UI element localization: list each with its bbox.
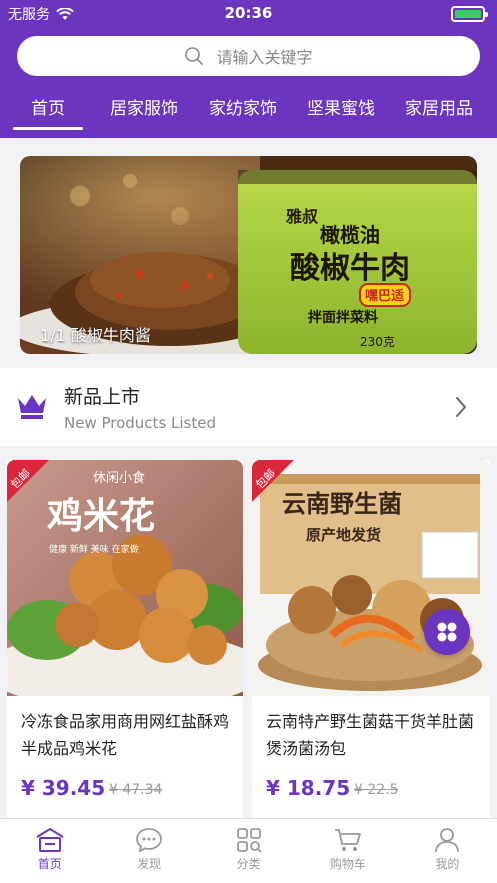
nav-category[interactable]: 分类 bbox=[199, 819, 298, 883]
status-bar: 无服务 20:36 bbox=[0, 0, 497, 28]
product-image: 云南野生菌 原产地发货 包邮 bbox=[252, 460, 490, 696]
product-old-price: ¥ 47.34 bbox=[109, 782, 163, 798]
nav-cart-label: 购物车 bbox=[329, 857, 366, 871]
jar-line2: 酸椒牛肉 bbox=[290, 251, 410, 286]
promo-banner[interactable]: 雅叔 橄榄油 酸椒牛肉 嘿巴适 拌面拌菜料 230克 1/1 酸椒牛肉酱 bbox=[20, 156, 477, 354]
product-image-side: 健康 新鲜 美味 在家做 bbox=[49, 543, 139, 555]
free-shipping-ribbon: 包邮 bbox=[252, 460, 294, 502]
home-icon bbox=[36, 828, 64, 852]
search-placeholder: 请输入关键字 bbox=[216, 48, 313, 67]
nav-category-label: 分类 bbox=[236, 857, 261, 871]
category-icon bbox=[236, 828, 262, 853]
user-icon bbox=[435, 828, 460, 853]
product-image-title: 鸡米花 bbox=[47, 496, 155, 537]
nav-profile[interactable]: 我的 bbox=[398, 819, 497, 883]
jar-line1: 橄榄油 bbox=[320, 223, 380, 247]
nav-discover-label: 发现 bbox=[137, 857, 162, 871]
tab-household[interactable]: 家居用品 bbox=[405, 94, 473, 119]
product-name: 云南特产野生菌菇干货羊肚菌煲汤菌汤包 bbox=[266, 712, 475, 758]
tab-home-apparel[interactable]: 居家服饰 bbox=[110, 94, 178, 119]
category-tabs: 首页 居家服饰 家纺家饰 坚果蜜饯 家居用品 bbox=[0, 90, 497, 132]
product-image-title: 云南野生菌 bbox=[282, 490, 402, 518]
nav-home[interactable]: 首页 bbox=[0, 819, 99, 883]
nav-profile-label: 我的 bbox=[435, 857, 460, 871]
top-header: 无服务 20:36 请输入关键字 首页 居家服饰 家纺家饰 坚果蜜饯 家居用品 bbox=[0, 0, 497, 138]
crown-icon bbox=[18, 395, 46, 419]
floating-menu-button[interactable] bbox=[424, 609, 470, 655]
product-name: 冷冻食品家用商用网红盐酥鸡半成品鸡米花 bbox=[21, 712, 230, 758]
clock: 20:36 bbox=[224, 4, 273, 22]
product-card[interactable]: 鸡米花 休闲小食 健康 新鲜 美味 在家做 包邮 冷冻食品家用商用网红盐酥鸡半成… bbox=[7, 460, 243, 820]
nav-cart[interactable]: 购物车 bbox=[298, 819, 397, 883]
jar-brand: 雅叔 bbox=[285, 207, 319, 226]
search-bar[interactable]: 请输入关键字 bbox=[17, 36, 480, 76]
chat-icon bbox=[136, 828, 163, 853]
jar-line3: 拌面拌菜料 bbox=[308, 309, 378, 326]
new-products-header[interactable]: 新品上市 New Products Listed bbox=[0, 368, 497, 446]
product-price: ¥ 39.45 bbox=[21, 776, 106, 800]
product-image: 鸡米花 休闲小食 健康 新鲜 美味 在家做 包邮 bbox=[7, 460, 243, 696]
app-screen: 无服务 20:36 请输入关键字 首页 居家服饰 家纺家饰 坚果蜜饯 家居用品 bbox=[0, 0, 497, 883]
banner-caption: 1/1 酸椒牛肉酱 bbox=[40, 326, 151, 345]
tab-home-textiles[interactable]: 家纺家饰 bbox=[209, 94, 277, 119]
cart-icon bbox=[334, 829, 361, 851]
chevron-right-icon bbox=[456, 397, 467, 417]
section-title: 新品上市 bbox=[64, 386, 141, 408]
section-subtitle: New Products Listed bbox=[64, 414, 216, 432]
nav-home-label: 首页 bbox=[37, 857, 62, 871]
search-icon bbox=[185, 47, 204, 65]
product-image-tag: 休闲小食 bbox=[93, 470, 145, 486]
jar-badge: 嘿巴适 bbox=[365, 288, 404, 304]
tab-home[interactable]: 首页 bbox=[13, 94, 83, 130]
bottom-nav: 首页 发现 分类 购物车 我的 bbox=[0, 818, 497, 883]
tab-nuts-snacks[interactable]: 坚果蜜饯 bbox=[307, 94, 375, 119]
product-image-subtitle: 原产地发货 bbox=[306, 526, 381, 544]
product-price: ¥ 18.75 bbox=[266, 776, 351, 800]
free-shipping-ribbon: 包邮 bbox=[7, 460, 49, 502]
product-old-price: ¥ 22.5 bbox=[354, 782, 399, 798]
jar-weight: 230克 bbox=[360, 335, 395, 349]
clover-icon bbox=[437, 622, 457, 642]
nav-discover[interactable]: 发现 bbox=[99, 819, 198, 883]
battery-icon bbox=[451, 6, 488, 22]
